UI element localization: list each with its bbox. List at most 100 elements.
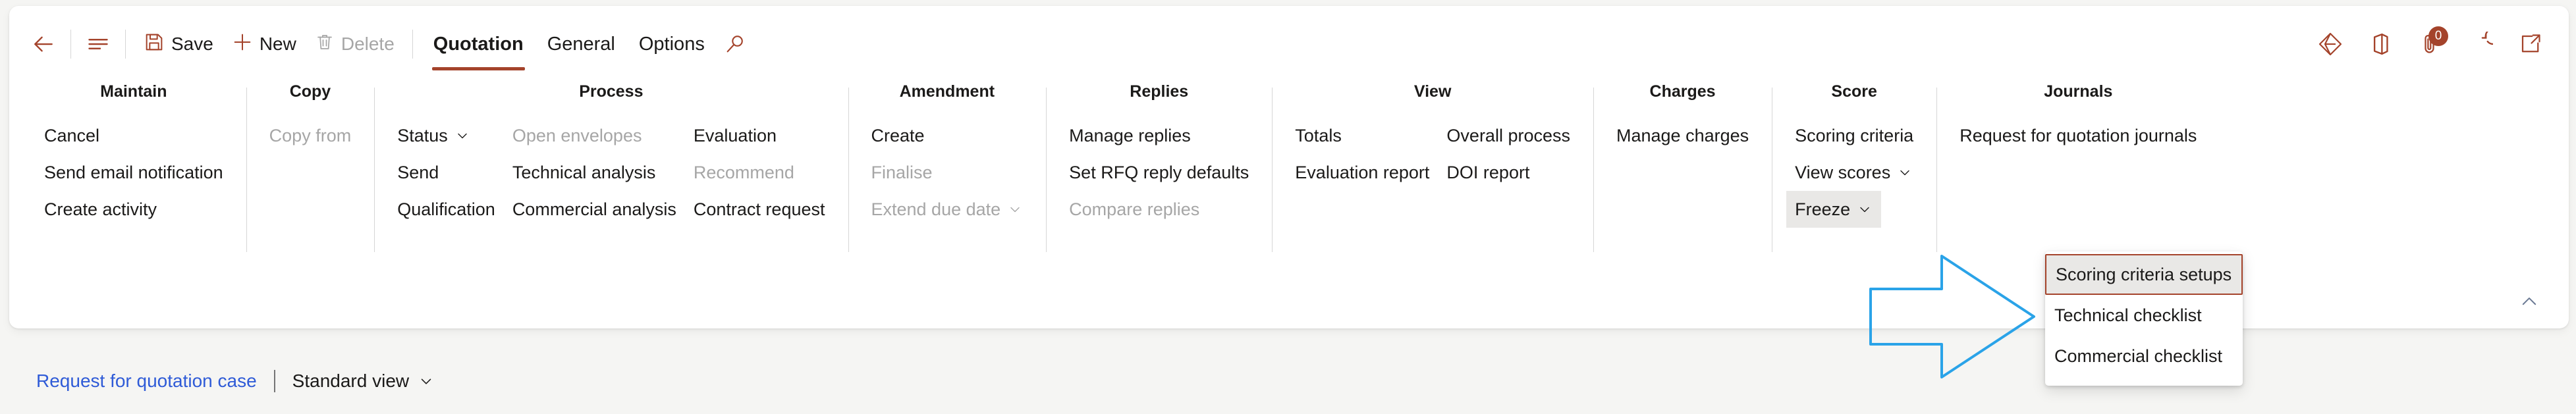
item-label: Commercial analysis	[512, 199, 676, 219]
ribbon-item-create[interactable]: Create	[863, 117, 933, 154]
group-column: Cancel Send email notification Create ac…	[36, 117, 232, 228]
item-label: Totals	[1295, 125, 1342, 145]
ribbon-group-amendment: Amendment Create Finalise Extend due dat…	[848, 82, 1047, 260]
back-arrow-icon[interactable]	[25, 26, 62, 63]
chevron-down-icon	[1007, 201, 1023, 217]
ribbon-item-qualification[interactable]: Qualification	[389, 191, 504, 228]
ribbon-item-recommend[interactable]: Recommend	[685, 154, 803, 191]
ribbon-item-technical-analysis[interactable]: Technical analysis	[504, 154, 665, 191]
dropdown-item-scoring-criteria-setups[interactable]: Scoring criteria setups	[2045, 254, 2243, 295]
ribbon-group-view: View Totals Evaluation report Overall pr…	[1272, 82, 1593, 260]
ribbon-item-extend-due-date[interactable]: Extend due date	[863, 191, 1032, 228]
ribbon-item-cancel[interactable]: Cancel	[36, 117, 108, 154]
ribbon-group-journals: Journals Request for quotation journals	[1936, 82, 2220, 260]
ribbon-item-request-for-quotation-journals[interactable]: Request for quotation journals	[1951, 117, 2205, 154]
ribbon-group-copy: Copy Copy from	[246, 82, 375, 260]
ribbon-item-create-activity[interactable]: Create activity	[36, 191, 165, 228]
ribbon-item-manage-replies[interactable]: Manage replies	[1060, 117, 1199, 154]
divider	[125, 30, 126, 59]
group-title: Journals	[2044, 82, 2113, 101]
chevron-up-icon	[2518, 290, 2540, 316]
dropdown-item-commercial-checklist[interactable]: Commercial checklist	[2045, 336, 2243, 376]
collapse-ribbon-button[interactable]	[2512, 288, 2546, 318]
dropdown-item-technical-checklist[interactable]: Technical checklist	[2045, 295, 2243, 336]
group-column: Totals Evaluation report	[1286, 117, 1438, 191]
group-title: Replies	[1130, 82, 1189, 101]
attachments-icon[interactable]: 0	[2412, 26, 2449, 63]
ribbon-item-scoring-criteria[interactable]: Scoring criteria	[1786, 117, 1922, 154]
view-selector-label: Standard view	[292, 370, 410, 391]
ribbon-item-open-envelopes[interactable]: Open envelopes	[504, 117, 651, 154]
item-label: Technical analysis	[512, 162, 656, 182]
item-label: View scores	[1795, 162, 1891, 182]
tab-quotation[interactable]: Quotation	[422, 22, 535, 70]
command-bar-right-icons: 0	[2312, 26, 2549, 63]
item-label: Create activity	[44, 199, 157, 219]
item-label: Manage replies	[1069, 125, 1191, 145]
power-apps-icon[interactable]	[2312, 26, 2349, 63]
ribbon-item-send[interactable]: Send	[389, 154, 447, 191]
ribbon-group-charges: Charges Manage charges	[1593, 82, 1772, 260]
item-label: Status	[397, 125, 448, 145]
item-label: Send email notification	[44, 162, 223, 182]
tab-label: Options	[638, 33, 705, 55]
ribbon-group-process: Process Status Send Qualification Open e…	[374, 82, 848, 260]
item-label: Extend due date	[871, 199, 1001, 219]
save-label: Save	[171, 34, 213, 54]
office-apps-icon[interactable]	[2362, 26, 2399, 63]
ribbon-item-doi-report[interactable]: DOI report	[1438, 154, 1538, 191]
tab-label: Quotation	[433, 33, 524, 55]
ribbon-item-overall-process[interactable]: Overall process	[1438, 117, 1579, 154]
ribbon-item-manage-charges[interactable]: Manage charges	[1608, 117, 1757, 154]
new-button[interactable]: New	[223, 26, 306, 63]
item-label: Finalise	[871, 162, 933, 182]
ribbon-item-send-email-notification[interactable]: Send email notification	[36, 154, 232, 191]
refresh-icon[interactable]	[2462, 26, 2499, 63]
search-icon[interactable]	[717, 26, 754, 63]
ribbon-item-evaluation[interactable]: Evaluation	[685, 117, 785, 154]
group-column: Status Send Qualification	[389, 117, 504, 228]
item-label: Qualification	[397, 199, 495, 219]
freeze-dropdown-menu: Scoring criteria setups Technical checkl…	[2045, 251, 2243, 386]
group-column: Manage charges	[1608, 117, 1757, 154]
ribbon-item-set-rfq-reply-defaults[interactable]: Set RFQ reply defaults	[1060, 154, 1257, 191]
ribbon-item-finalise[interactable]: Finalise	[863, 154, 941, 191]
group-title: Score	[1831, 82, 1877, 101]
ribbon-item-evaluation-report[interactable]: Evaluation report	[1286, 154, 1438, 191]
item-label: Evaluation	[693, 125, 777, 145]
delete-button[interactable]: Delete	[306, 26, 404, 63]
item-label: DOI report	[1446, 162, 1530, 182]
ribbon-item-freeze[interactable]: Freeze	[1786, 191, 1882, 228]
tab-options[interactable]: Options	[627, 22, 717, 66]
item-label: Send	[397, 162, 439, 182]
item-label: Cancel	[44, 125, 100, 145]
view-selector[interactable]: Standard view	[292, 371, 435, 392]
tab-general[interactable]: General	[535, 22, 627, 66]
ribbon-item-status[interactable]: Status	[389, 117, 479, 154]
ribbon-item-copy-from[interactable]: Copy from	[261, 117, 360, 154]
save-icon	[144, 32, 165, 57]
ribbon-item-totals[interactable]: Totals	[1286, 117, 1350, 154]
ribbon-group-replies: Replies Manage replies Set RFQ reply def…	[1046, 82, 1272, 260]
plus-icon	[232, 32, 253, 57]
app-root: Save New Delete Quotation General Option…	[0, 0, 2576, 414]
breadcrumb-link-request-for-quotation-case[interactable]: Request for quotation case	[36, 371, 257, 392]
ribbon-item-commercial-analysis[interactable]: Commercial analysis	[504, 191, 685, 228]
item-label: Request for quotation journals	[1959, 125, 2197, 145]
group-title: Amendment	[899, 82, 995, 101]
delete-label: Delete	[341, 34, 395, 54]
divider	[70, 30, 71, 59]
divider	[412, 30, 413, 59]
item-label: Contract request	[693, 199, 825, 219]
show-navigation-icon[interactable]	[80, 26, 117, 63]
open-in-new-window-icon[interactable]	[2512, 26, 2549, 63]
ribbon-item-contract-request[interactable]: Contract request	[685, 191, 834, 228]
ribbon-item-view-scores[interactable]: View scores	[1786, 154, 1921, 191]
ribbon-group-score: Score Scoring criteria View scores Freez…	[1772, 82, 1936, 260]
group-column: Overall process DOI report	[1438, 117, 1579, 191]
save-button[interactable]: Save	[134, 26, 223, 63]
ribbon-item-compare-replies[interactable]: Compare replies	[1060, 191, 1208, 228]
item-label: Open envelopes	[512, 125, 642, 145]
dropdown-item-label: Scoring criteria setups	[2056, 264, 2232, 284]
chevron-down-icon	[1857, 201, 1873, 217]
